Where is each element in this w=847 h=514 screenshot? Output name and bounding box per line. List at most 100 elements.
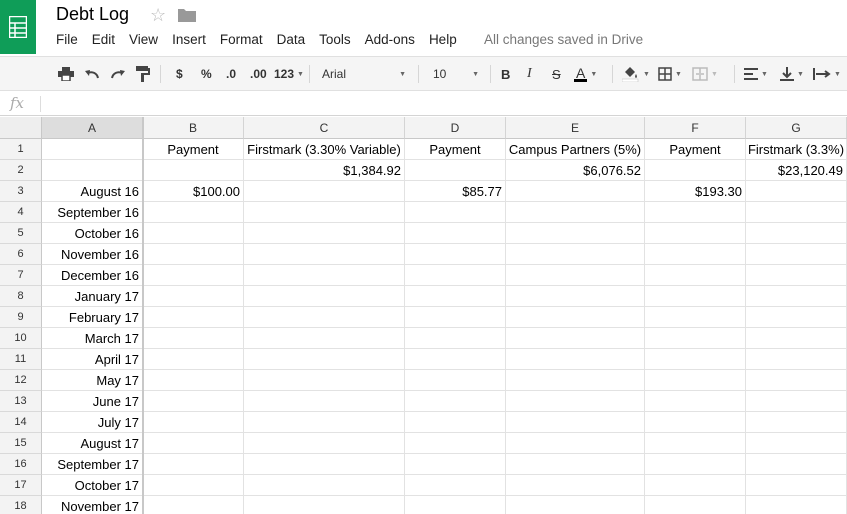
column-header-d[interactable]: D xyxy=(405,117,506,139)
row-header[interactable]: 4 xyxy=(0,202,42,223)
cell-b9[interactable] xyxy=(143,307,244,328)
cell-a11[interactable]: April 17 xyxy=(42,349,143,370)
row-header[interactable]: 17 xyxy=(0,475,42,496)
row-header[interactable]: 9 xyxy=(0,307,42,328)
cell-g11[interactable] xyxy=(746,349,847,370)
cell-a17[interactable]: October 17 xyxy=(42,475,143,496)
cell-e9[interactable] xyxy=(506,307,645,328)
cell-b15[interactable] xyxy=(143,433,244,454)
row-header[interactable]: 15 xyxy=(0,433,42,454)
column-header-g[interactable]: G xyxy=(746,117,847,139)
cell-d5[interactable] xyxy=(405,223,506,244)
row-header[interactable]: 5 xyxy=(0,223,42,244)
borders-button[interactable]: ▼ xyxy=(658,66,682,82)
row-header[interactable]: 12 xyxy=(0,370,42,391)
row-header[interactable]: 18 xyxy=(0,496,42,514)
menu-addons[interactable]: Add-ons xyxy=(365,32,429,48)
fill-color-button[interactable]: ▼ xyxy=(622,66,650,82)
cell-c15[interactable] xyxy=(244,433,405,454)
cell-d2[interactable] xyxy=(405,160,506,181)
cell-e4[interactable] xyxy=(506,202,645,223)
row-header[interactable]: 8 xyxy=(0,286,42,307)
cell-g2[interactable]: $23,120.49 xyxy=(746,160,847,181)
cell-f16[interactable] xyxy=(645,454,746,475)
cell-a4[interactable]: September 16 xyxy=(42,202,143,223)
cell-b13[interactable] xyxy=(143,391,244,412)
cell-d14[interactable] xyxy=(405,412,506,433)
cell-f17[interactable] xyxy=(645,475,746,496)
cell-g13[interactable] xyxy=(746,391,847,412)
cell-b8[interactable] xyxy=(143,286,244,307)
cell-e8[interactable] xyxy=(506,286,645,307)
bold-button[interactable]: B xyxy=(501,66,510,82)
cell-d10[interactable] xyxy=(405,328,506,349)
cell-b1[interactable]: Payment xyxy=(143,139,244,160)
cell-g17[interactable] xyxy=(746,475,847,496)
cell-c1[interactable]: Firstmark (3.30% Variable) xyxy=(244,139,405,160)
cell-f7[interactable] xyxy=(645,265,746,286)
cell-e5[interactable] xyxy=(506,223,645,244)
cell-e14[interactable] xyxy=(506,412,645,433)
cell-d3[interactable]: $85.77 xyxy=(405,181,506,202)
folder-icon[interactable] xyxy=(178,8,196,22)
column-header-a[interactable]: A xyxy=(42,117,143,139)
spreadsheet-grid[interactable]: A B C D E F G 1 Payment Firstmark (3.30% Variable… xyxy=(0,117,847,514)
currency-format-button[interactable]: $ xyxy=(176,66,183,82)
cell-f18[interactable] xyxy=(645,496,746,514)
cell-g3[interactable] xyxy=(746,181,847,202)
cell-b10[interactable] xyxy=(143,328,244,349)
cell-d6[interactable] xyxy=(405,244,506,265)
redo-button[interactable] xyxy=(110,66,126,82)
menu-help[interactable]: Help xyxy=(429,32,471,48)
row-header[interactable]: 6 xyxy=(0,244,42,265)
row-header[interactable]: 10 xyxy=(0,328,42,349)
cell-a6[interactable]: November 16 xyxy=(42,244,143,265)
cell-d12[interactable] xyxy=(405,370,506,391)
row-header[interactable]: 2 xyxy=(0,160,42,181)
cell-a16[interactable]: September 17 xyxy=(42,454,143,475)
cell-d15[interactable] xyxy=(405,433,506,454)
cell-c17[interactable] xyxy=(244,475,405,496)
cell-c6[interactable] xyxy=(244,244,405,265)
cell-c16[interactable] xyxy=(244,454,405,475)
cell-d18[interactable] xyxy=(405,496,506,514)
cell-c11[interactable] xyxy=(244,349,405,370)
decrease-decimal-button[interactable]: .0 xyxy=(226,66,236,82)
cell-a14[interactable]: July 17 xyxy=(42,412,143,433)
cell-a15[interactable]: August 17 xyxy=(42,433,143,454)
cell-g12[interactable] xyxy=(746,370,847,391)
cell-b6[interactable] xyxy=(143,244,244,265)
font-size-select[interactable]: 10 ▼ xyxy=(433,66,479,82)
cell-e16[interactable] xyxy=(506,454,645,475)
cell-c18[interactable] xyxy=(244,496,405,514)
row-header[interactable]: 1 xyxy=(0,139,42,160)
cell-b17[interactable] xyxy=(143,475,244,496)
cell-d16[interactable] xyxy=(405,454,506,475)
column-header-e[interactable]: E xyxy=(506,117,645,139)
cell-f9[interactable] xyxy=(645,307,746,328)
cell-g14[interactable] xyxy=(746,412,847,433)
cell-c9[interactable] xyxy=(244,307,405,328)
cell-a3[interactable]: August 16 xyxy=(42,181,143,202)
cell-b3[interactable]: $100.00 xyxy=(143,181,244,202)
undo-button[interactable] xyxy=(84,66,100,82)
menu-view[interactable]: View xyxy=(129,32,172,48)
italic-button[interactable]: I xyxy=(527,66,532,82)
cell-a2[interactable] xyxy=(42,160,143,181)
cell-g8[interactable] xyxy=(746,286,847,307)
more-formats-button[interactable]: 123 ▼ xyxy=(274,66,304,82)
cell-c4[interactable] xyxy=(244,202,405,223)
cell-a5[interactable]: October 16 xyxy=(42,223,143,244)
cell-f12[interactable] xyxy=(645,370,746,391)
star-icon[interactable]: ☆ xyxy=(150,5,166,26)
cell-g4[interactable] xyxy=(746,202,847,223)
percent-format-button[interactable]: % xyxy=(201,66,212,82)
cell-e18[interactable] xyxy=(506,496,645,514)
text-color-button[interactable]: A ▼ xyxy=(574,66,604,82)
cell-e11[interactable] xyxy=(506,349,645,370)
select-all-corner[interactable] xyxy=(0,117,42,139)
cell-g7[interactable] xyxy=(746,265,847,286)
row-header[interactable]: 16 xyxy=(0,454,42,475)
column-header-f[interactable]: F xyxy=(645,117,746,139)
cell-e13[interactable] xyxy=(506,391,645,412)
